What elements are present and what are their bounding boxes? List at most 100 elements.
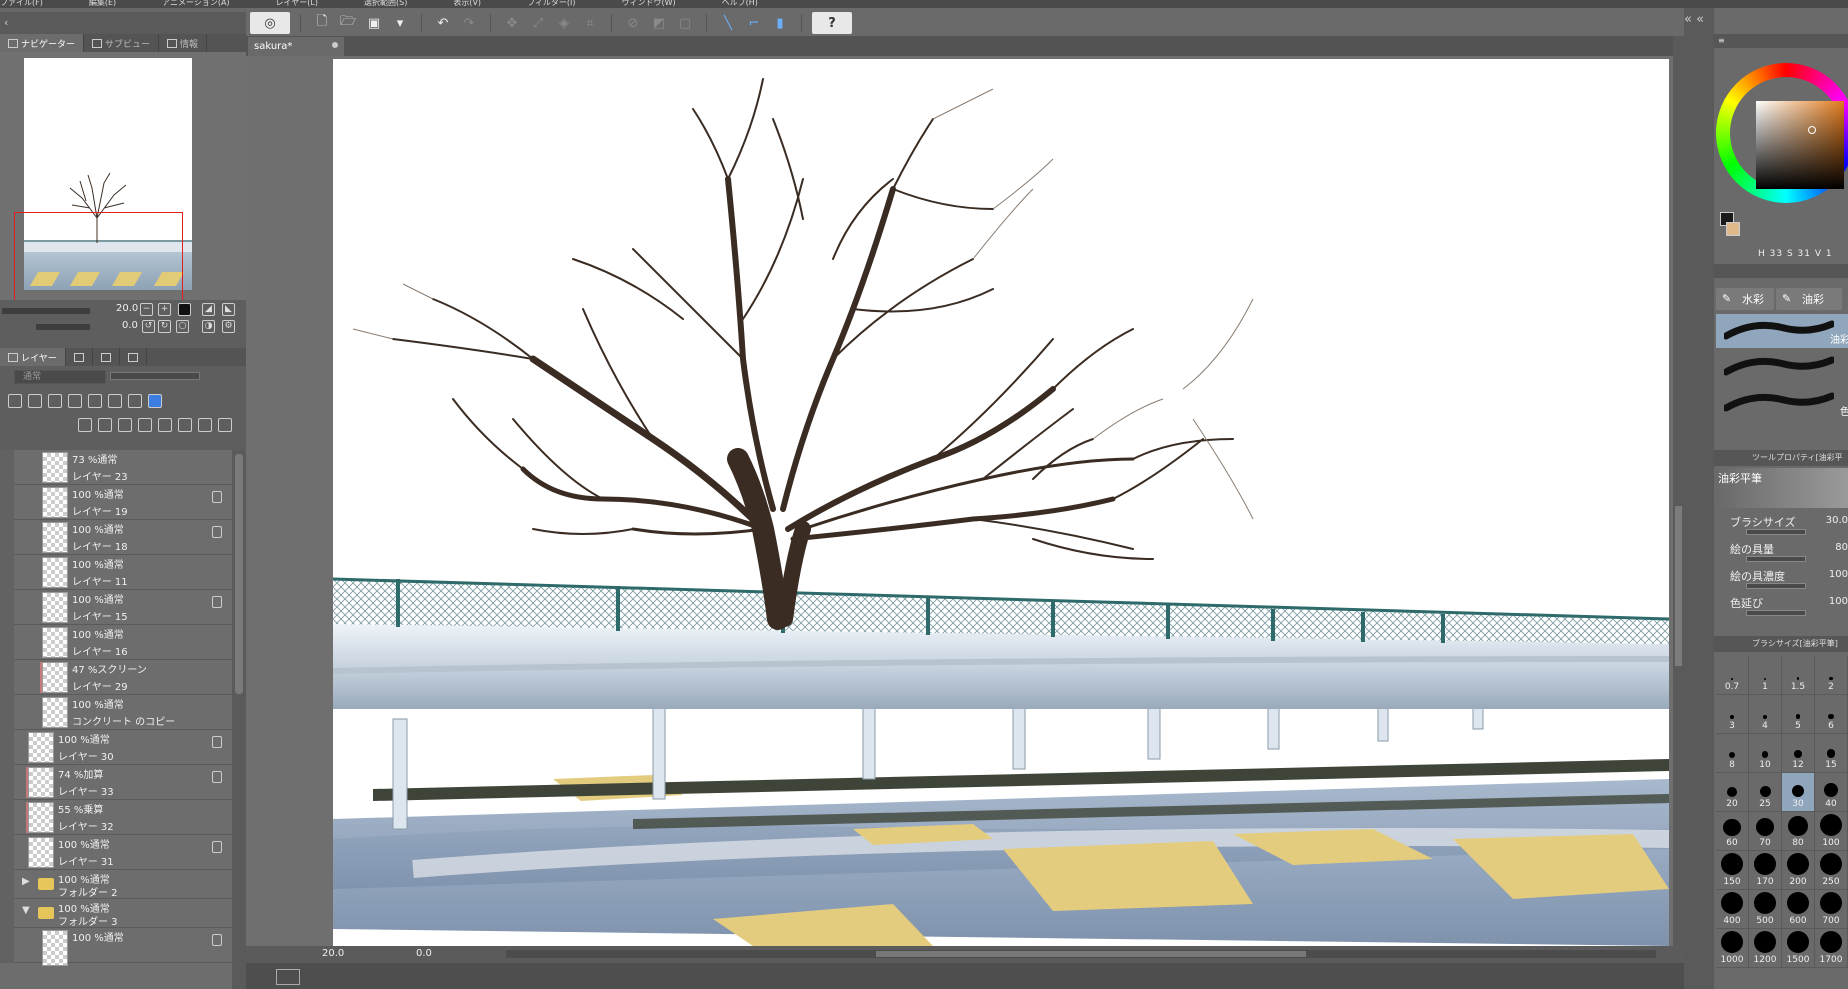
menu-view[interactable]: 表示(V) xyxy=(453,0,481,8)
subtool-item[interactable] xyxy=(1716,350,1848,384)
property-value[interactable]: 80 xyxy=(1835,542,1848,553)
apply-mask-icon[interactable] xyxy=(198,418,212,432)
brush-size-option[interactable]: 40 xyxy=(1815,773,1848,812)
layer-row[interactable]: 100 %通常 レイヤー 19 xyxy=(0,485,232,520)
zoom-in-icon[interactable]: + xyxy=(158,303,171,316)
layer-visibility-toggle[interactable] xyxy=(0,485,14,520)
flip-vertical-icon[interactable]: ◣ xyxy=(222,303,235,316)
clip-icon[interactable] xyxy=(8,394,22,408)
canvas-area[interactable] xyxy=(246,56,1684,946)
layer-visibility-toggle[interactable] xyxy=(0,695,14,730)
subtool-item[interactable]: 色 xyxy=(1716,386,1848,420)
layer-visibility-toggle[interactable] xyxy=(0,928,14,963)
lock-icon[interactable] xyxy=(212,771,222,783)
layer-row[interactable]: 100 %通常 レイヤー 18 xyxy=(0,520,232,555)
fit-icon[interactable] xyxy=(178,303,191,316)
layer-visibility-toggle[interactable] xyxy=(0,870,14,899)
timeline-icon[interactable] xyxy=(276,969,300,985)
transform-icon[interactable]: ✥ xyxy=(501,12,523,34)
redo-icon[interactable]: ↷ xyxy=(458,12,480,34)
new-vector-layer-icon[interactable] xyxy=(98,418,112,432)
layer-visibility-toggle[interactable] xyxy=(0,899,14,928)
opacity-slider[interactable] xyxy=(110,372,200,380)
rotate-right-icon[interactable]: ↻ xyxy=(158,320,171,333)
clear-outside-icon[interactable]: ◩ xyxy=(648,12,670,34)
canvas-horizontal-scrollbar[interactable] xyxy=(506,950,1656,958)
subtool-item[interactable]: 油彩 xyxy=(1716,314,1848,348)
tab-layer[interactable]: レイヤー xyxy=(0,348,66,366)
brush-size-option[interactable]: 600 xyxy=(1782,890,1815,929)
document-tab[interactable]: sakura* xyxy=(248,37,344,56)
merge-down-icon[interactable] xyxy=(158,418,172,432)
brush-size-option[interactable]: 1200 xyxy=(1749,929,1782,968)
settings-icon[interactable]: ⚙ xyxy=(222,320,235,333)
brush-size-option[interactable]: 10 xyxy=(1749,734,1782,773)
brush-size-option[interactable]: 0.7 xyxy=(1716,656,1749,695)
menu-help[interactable]: ヘルプ(H) xyxy=(722,0,758,8)
lock-icon[interactable] xyxy=(212,841,222,853)
brush-size-option[interactable]: 70 xyxy=(1749,812,1782,851)
property-slider[interactable] xyxy=(1746,529,1806,535)
layer-color-swatch-icon[interactable] xyxy=(148,394,162,408)
brush-size-option[interactable]: 400 xyxy=(1716,890,1749,929)
brush-size-option[interactable]: 8 xyxy=(1716,734,1749,773)
zoom-out-icon[interactable]: − xyxy=(140,303,153,316)
brush-size-option[interactable]: 5 xyxy=(1782,695,1815,734)
brush-size-option[interactable]: 100 xyxy=(1815,812,1848,851)
undo-icon[interactable]: ↶ xyxy=(432,12,454,34)
layer-row[interactable]: 55 %乗算 レイヤー 32 xyxy=(0,800,232,835)
layer-visibility-toggle[interactable] xyxy=(0,590,14,625)
brush-size-option[interactable]: 170 xyxy=(1749,851,1782,890)
color-cursor[interactable] xyxy=(1808,126,1816,134)
brush-size-option[interactable]: 6 xyxy=(1815,695,1848,734)
save-dropdown-icon[interactable]: ▾ xyxy=(389,12,411,34)
lock-icon[interactable] xyxy=(212,934,222,946)
tab-navigator[interactable]: ナビゲーター xyxy=(0,34,85,52)
brush-size-option[interactable]: 1500 xyxy=(1782,929,1815,968)
new-raster-layer-icon[interactable] xyxy=(78,418,92,432)
lock-icon[interactable] xyxy=(212,526,222,538)
layer-visibility-toggle[interactable] xyxy=(0,835,14,870)
layer-visibility-toggle[interactable] xyxy=(0,730,14,765)
layer-visibility-toggle[interactable] xyxy=(0,625,14,660)
canvas-vertical-scrollbar[interactable] xyxy=(1673,36,1684,946)
brush-size-option[interactable]: 60 xyxy=(1716,812,1749,851)
folder-row[interactable]: ▼ 100 %通常 フォルダー 3 xyxy=(0,899,232,928)
open-file-icon[interactable]: 🗁 xyxy=(337,12,359,34)
layer-visibility-toggle[interactable] xyxy=(0,660,14,695)
fill-icon[interactable]: ◈ xyxy=(553,12,575,34)
layer-row[interactable]: 100 %通常 xyxy=(0,928,232,966)
trash-icon[interactable] xyxy=(218,418,232,432)
layer-visibility-toggle[interactable] xyxy=(0,520,14,555)
double-chevron-left-icon[interactable]: « « xyxy=(1684,12,1714,32)
close-icon[interactable] xyxy=(332,42,338,48)
reset-rotation-icon[interactable]: ○ xyxy=(176,320,189,333)
brush-size-option[interactable]: 1.5 xyxy=(1782,656,1815,695)
brush-size-option[interactable]: 30 xyxy=(1782,773,1815,812)
saturation-value-square[interactable] xyxy=(1756,101,1844,189)
draft-icon[interactable] xyxy=(48,394,62,408)
zoom-slider[interactable] xyxy=(2,308,90,314)
add-mask-icon[interactable] xyxy=(178,418,192,432)
drawing-canvas[interactable] xyxy=(333,59,1669,946)
snap-grid-icon[interactable]: ▮ xyxy=(769,12,791,34)
property-slider[interactable] xyxy=(1746,610,1806,616)
brush-size-option[interactable]: 3 xyxy=(1716,695,1749,734)
layer-row[interactable]: 100 %通常 レイヤー 16 xyxy=(0,625,232,660)
brush-size-option[interactable]: 4 xyxy=(1749,695,1782,734)
sub-color-swatch[interactable] xyxy=(1726,222,1740,236)
help-button[interactable]: ? xyxy=(812,12,852,34)
lock-icon[interactable] xyxy=(68,394,82,408)
brush-size-option[interactable]: 1 xyxy=(1749,656,1782,695)
layer-color-icon[interactable] xyxy=(128,394,142,408)
blend-mode-select[interactable]: 通常 xyxy=(14,370,106,384)
property-value[interactable]: 100 xyxy=(1829,596,1848,607)
clear-icon[interactable]: ⊘ xyxy=(622,12,644,34)
menu-animation[interactable]: アニメーション(A) xyxy=(162,0,229,8)
subtool-tab-watercolor[interactable]: ✎ 水彩 xyxy=(1716,288,1774,310)
layer-row[interactable]: 100 %通常 コンクリート のコピー xyxy=(0,695,232,730)
layer-row[interactable]: 100 %通常 レイヤー 30 xyxy=(0,730,232,765)
reference-icon[interactable] xyxy=(28,394,42,408)
left-dock-collapse[interactable]: ‹ xyxy=(0,12,246,34)
brush-size-option[interactable]: 700 xyxy=(1815,890,1848,929)
